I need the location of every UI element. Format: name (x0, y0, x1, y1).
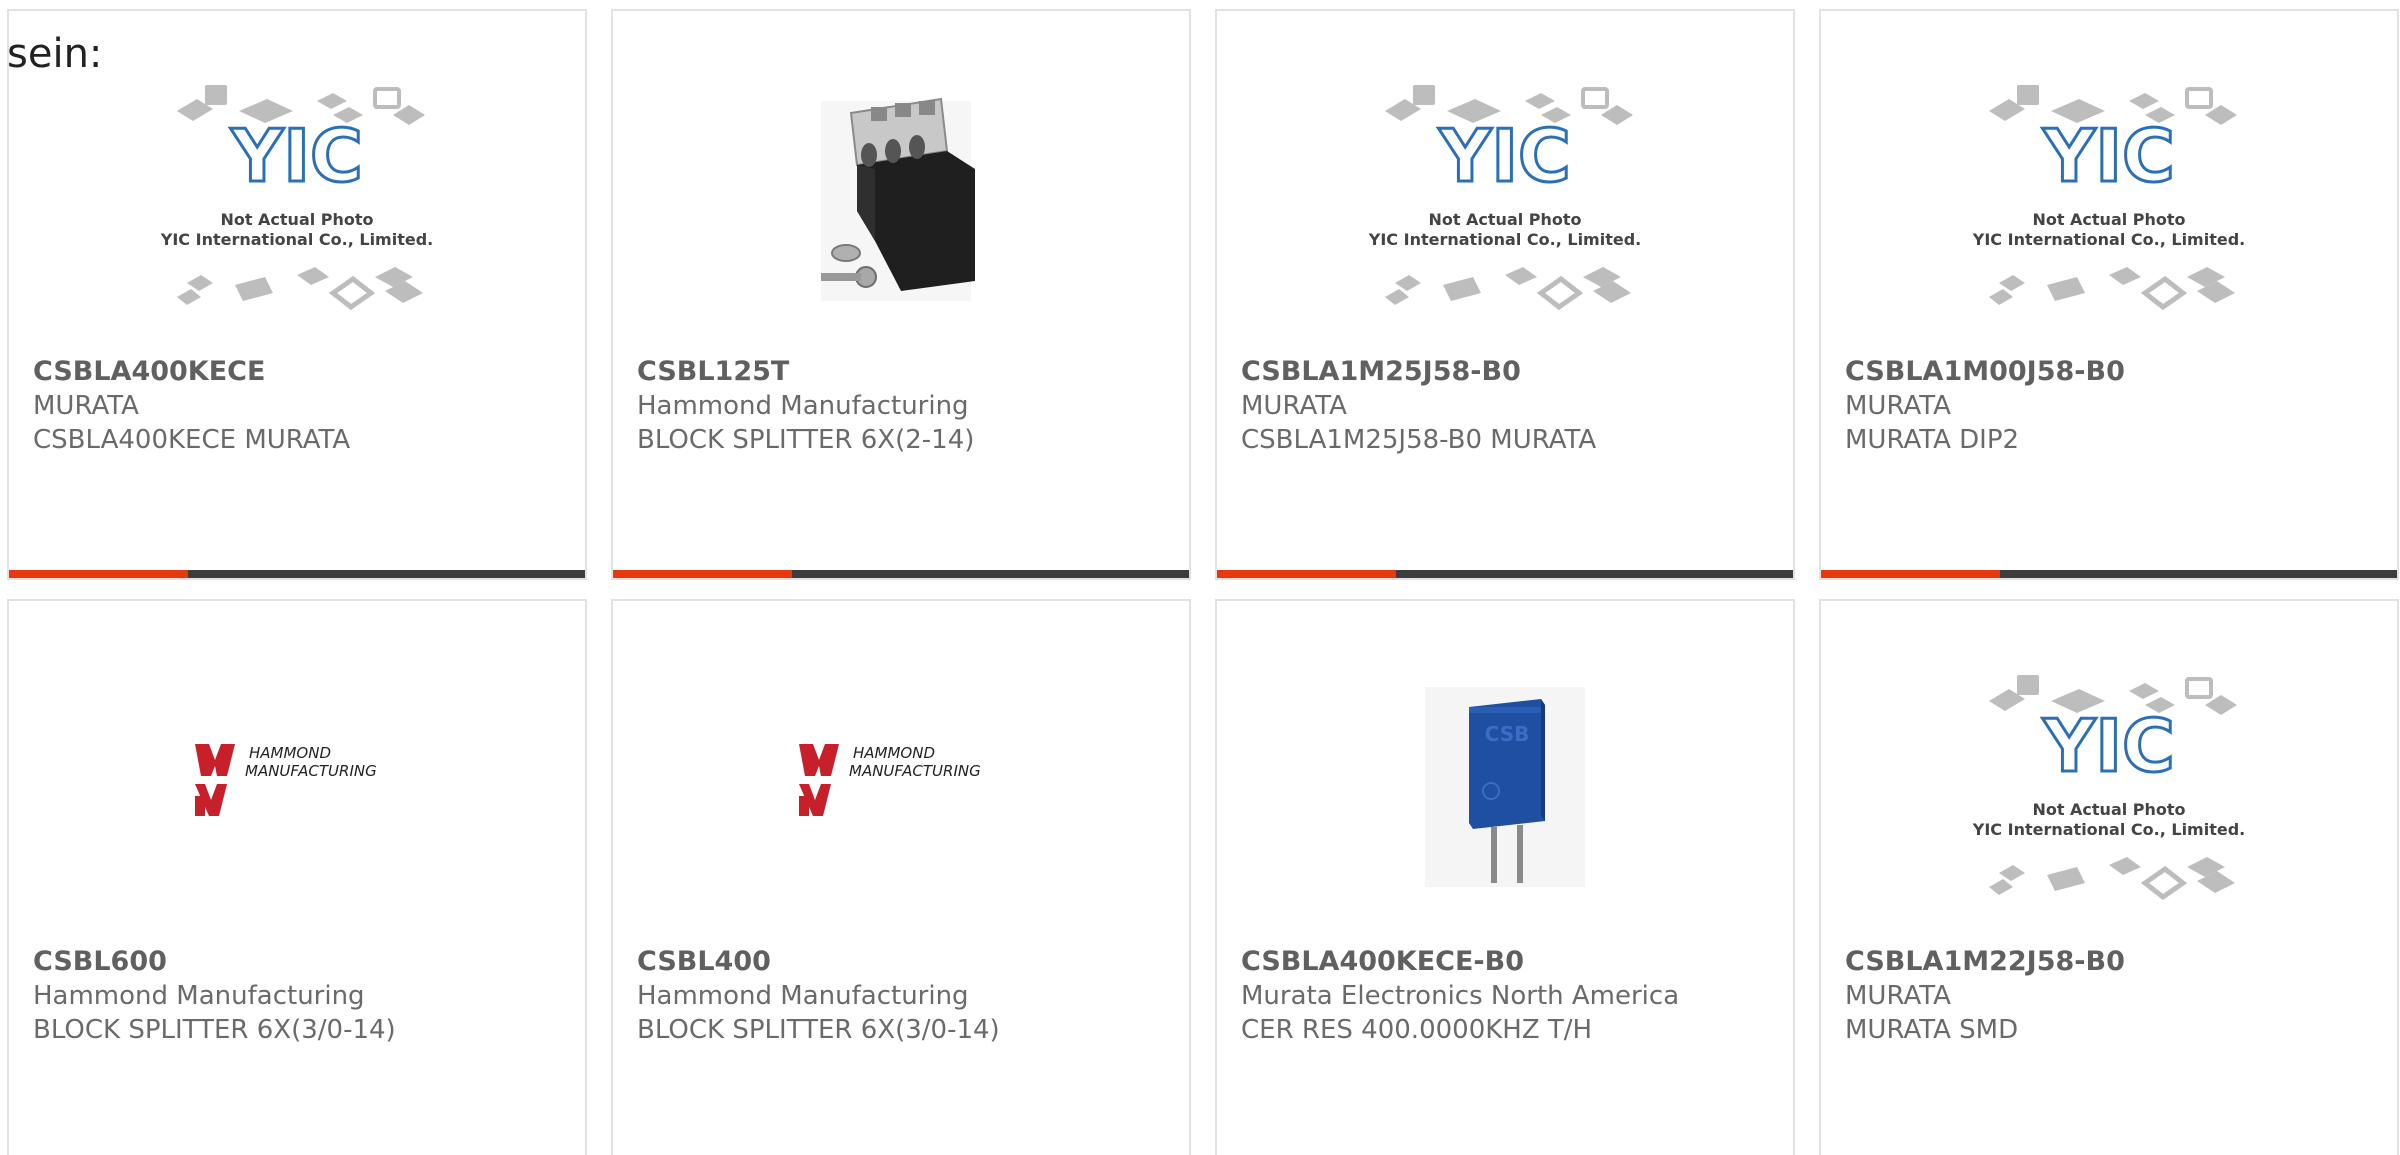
svg-text:Not Actual Photo: Not Actual Photo (2032, 210, 2185, 229)
svg-text:YIC International Co., Limited: YIC International Co., Limited. (1368, 230, 1641, 249)
product-image-not-actual-photo[interactable]: YIC Not Actual Photo YIC International C… (9, 61, 585, 331)
part-number[interactable]: CSBLA1M25J58-B0 (1241, 355, 1777, 389)
csb-label: CSB (1485, 722, 1530, 746)
description: BLOCK SPLITTER 6X(3/0-14) (637, 1015, 1000, 1045)
description: CSBLA1M25J58-B0 MURATA (1241, 425, 1597, 455)
product-card[interactable]: YIC Not Actual Photo YIC International C… (1819, 9, 2399, 580)
product-image-hammond-logo[interactable]: HAMMOND MANUFACTURING (613, 651, 1189, 921)
lead-text: sein: (7, 31, 103, 77)
part-number[interactable]: CSBL125T (637, 355, 1173, 389)
manufacturer: MURATA (1845, 981, 1951, 1011)
svg-text:HAMMOND: HAMMOND (249, 744, 331, 762)
product-card[interactable]: YIC Not Actual Photo YIC International C… (7, 9, 587, 580)
product-card[interactable]: YIC Not Actual Photo YIC International C… (1215, 9, 1795, 580)
product-image-not-actual-photo[interactable]: YIC Not Actual Photo YIC International C… (1821, 61, 2397, 331)
svg-text:HAMMOND: HAMMOND (853, 744, 935, 762)
manufacturer: Murata Electronics North America (1241, 981, 1680, 1011)
progress-bar (1217, 570, 1793, 578)
description: MURATA DIP2 (1845, 425, 2020, 455)
svg-text:Not Actual Photo: Not Actual Photo (220, 210, 373, 229)
product-image-hammond-logo[interactable]: HAMMOND MANUFACTURING (9, 651, 585, 921)
progress-bar (613, 570, 1189, 578)
product-info: CSBL400 Hammond Manufacturing BLOCK SPLI… (637, 945, 1173, 1047)
part-number[interactable]: CSBLA1M00J58-B0 (1845, 355, 2381, 389)
product-info: CSBL600 Hammond Manufacturing BLOCK SPLI… (33, 945, 569, 1047)
svg-text:Not Actual Photo: Not Actual Photo (1428, 210, 1581, 229)
description: BLOCK SPLITTER 6X(2-14) (637, 425, 975, 455)
manufacturer: MURATA (33, 391, 139, 421)
part-number[interactable]: CSBLA1M22J58-B0 (1845, 945, 2381, 979)
svg-text:Not Actual Photo: Not Actual Photo (2032, 800, 2185, 819)
progress-bar (9, 570, 585, 578)
yic-logo: YIC (2042, 114, 2175, 198)
part-number[interactable]: CSBLA400KECE-B0 (1241, 945, 1777, 979)
product-info: CSBLA400KECE-B0 Murata Electronics North… (1241, 945, 1777, 1047)
progress-fill (613, 570, 792, 578)
svg-text:MANUFACTURING: MANUFACTURING (245, 762, 377, 780)
progress-fill (1217, 570, 1396, 578)
yic-logo: YIC (1438, 114, 1571, 198)
product-info: CSBLA1M00J58-B0 MURATA MURATA DIP2 (1845, 355, 2381, 457)
progress-bar (1821, 570, 2397, 578)
svg-text:MANUFACTURING: MANUFACTURING (849, 762, 981, 780)
description: CER RES 400.0000KHZ T/H (1241, 1015, 1593, 1045)
product-card[interactable]: CSB CSBLA400KECE-B0 Murata Electronics N… (1215, 599, 1795, 1155)
description: BLOCK SPLITTER 6X(3/0-14) (33, 1015, 396, 1045)
manufacturer: MURATA (1241, 391, 1347, 421)
description: CSBLA400KECE MURATA (33, 425, 351, 455)
part-number[interactable]: CSBL600 (33, 945, 569, 979)
product-image-not-actual-photo[interactable]: YIC Not Actual Photo YIC International C… (1821, 651, 2397, 921)
svg-text:YIC International Co., Limited: YIC International Co., Limited. (160, 230, 433, 249)
product-card[interactable]: HAMMOND MANUFACTURING CSBL400 Hammond Ma… (611, 599, 1191, 1155)
product-image-splitter-block[interactable] (613, 61, 1189, 331)
yic-logo: YIC (230, 114, 363, 198)
product-info: CSBLA1M22J58-B0 MURATA MURATA SMD (1845, 945, 2381, 1047)
manufacturer: Hammond Manufacturing (637, 981, 969, 1011)
product-grid: YIC Not Actual Photo YIC International C… (7, 9, 2400, 1155)
description: MURATA SMD (1845, 1015, 2019, 1045)
manufacturer: Hammond Manufacturing (637, 391, 969, 421)
product-info: CSBLA400KECE MURATA CSBLA400KECE MURATA (33, 355, 569, 457)
product-info: CSBL125T Hammond Manufacturing BLOCK SPL… (637, 355, 1173, 457)
product-image-csb-resonator[interactable]: CSB (1217, 651, 1793, 921)
svg-text:YIC International Co., Limited: YIC International Co., Limited. (1972, 230, 2245, 249)
progress-fill (1821, 570, 2000, 578)
part-number[interactable]: CSBLA400KECE (33, 355, 569, 389)
product-card[interactable]: CSBL125T Hammond Manufacturing BLOCK SPL… (611, 9, 1191, 580)
product-info: CSBLA1M25J58-B0 MURATA CSBLA1M25J58-B0 M… (1241, 355, 1777, 457)
manufacturer: MURATA (1845, 391, 1951, 421)
progress-fill (9, 570, 188, 578)
svg-text:YIC International Co., Limited: YIC International Co., Limited. (1972, 820, 2245, 839)
part-number[interactable]: CSBL400 (637, 945, 1173, 979)
product-card[interactable]: HAMMOND MANUFACTURING CSBL600 Hammond Ma… (7, 599, 587, 1155)
product-image-not-actual-photo[interactable]: YIC Not Actual Photo YIC International C… (1217, 61, 1793, 331)
manufacturer: Hammond Manufacturing (33, 981, 365, 1011)
yic-logo: YIC (2042, 704, 2175, 788)
product-card[interactable]: YIC Not Actual Photo YIC International C… (1819, 599, 2399, 1155)
